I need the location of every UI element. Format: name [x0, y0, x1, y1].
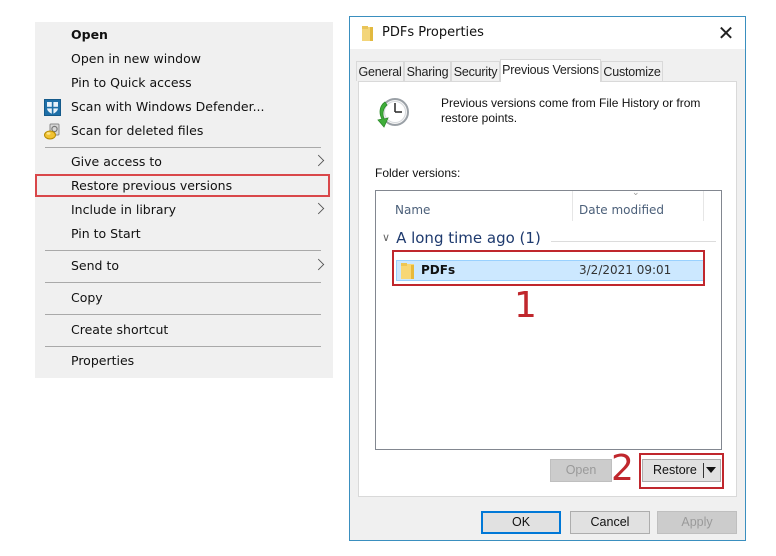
menu-item-scan-for-deleted-files[interactable]: Scan for deleted files	[35, 120, 333, 142]
chevron-right-icon	[312, 202, 325, 215]
menu-item-label: Scan for deleted files	[71, 123, 204, 138]
menu-item-label: Give access to	[71, 154, 162, 169]
menu-item-label: Open	[71, 27, 108, 42]
menu-item-label: Send to	[71, 258, 120, 273]
column-divider[interactable]	[572, 191, 573, 221]
windows-defender-icon	[44, 99, 61, 116]
open-button[interactable]: Open	[550, 459, 612, 482]
menu-item-label: Create shortcut	[71, 322, 169, 337]
group-divider	[551, 241, 716, 242]
group-label: A long time ago (1)	[396, 229, 541, 247]
menu-separator	[45, 314, 321, 315]
menu-item-include-in-library[interactable]: Include in library	[35, 199, 333, 221]
chevron-down-icon: ∨	[382, 231, 391, 244]
menu-item-scan-with-windows-defender[interactable]: Scan with Windows Defender...	[35, 96, 333, 118]
dialog-titlebar[interactable]: PDFs Properties ✕	[350, 17, 745, 49]
menu-item-label: Include in library	[71, 202, 177, 217]
tab-security[interactable]: Security	[451, 61, 500, 81]
annotation-highlight-box	[35, 174, 330, 197]
ok-button[interactable]: OK	[481, 511, 561, 534]
folder-icon	[362, 26, 374, 41]
close-button[interactable]: ✕	[715, 22, 737, 44]
sort-chevron-icon: ⌄	[632, 188, 640, 198]
menu-item-open-in-new-window[interactable]: Open in new window	[35, 48, 333, 70]
menu-item-copy[interactable]: Copy	[35, 287, 333, 309]
tab-general[interactable]: General	[356, 61, 404, 81]
menu-item-open[interactable]: Open	[35, 24, 333, 46]
menu-item-properties[interactable]: Properties	[35, 350, 333, 372]
column-header-date-modified[interactable]: Date modified	[579, 203, 664, 217]
folder-versions-label: Folder versions:	[375, 166, 461, 180]
tab-previous-versions[interactable]: Previous Versions	[500, 59, 601, 82]
menu-separator	[45, 282, 321, 283]
previous-versions-panel: Previous versions come from File History…	[358, 81, 737, 497]
chevron-right-icon	[312, 154, 325, 167]
scan-deleted-files-icon	[44, 123, 61, 140]
menu-item-pin-to-start[interactable]: Pin to Start	[35, 223, 333, 245]
menu-separator	[45, 147, 321, 148]
cancel-button[interactable]: Cancel	[570, 511, 650, 534]
column-header-name[interactable]: Name	[395, 203, 430, 217]
menu-item-label: Open in new window	[71, 51, 201, 66]
annotation-box-step-1	[392, 250, 705, 286]
previous-versions-description: Previous versions come from File History…	[441, 96, 701, 125]
menu-item-pin-to-quick-access[interactable]: Pin to Quick access	[35, 72, 333, 94]
menu-item-label: Pin to Start	[71, 226, 141, 241]
annotation-box-step-2	[639, 453, 724, 489]
menu-item-give-access-to[interactable]: Give access to	[35, 151, 333, 173]
apply-button[interactable]: Apply	[657, 511, 737, 534]
column-divider[interactable]	[703, 191, 704, 221]
chevron-right-icon	[312, 258, 325, 271]
menu-item-label: Pin to Quick access	[71, 75, 192, 90]
restore-clock-icon	[373, 94, 413, 134]
group-header[interactable]: ∨ A long time ago (1)	[382, 229, 541, 247]
annotation-step-1: 1	[514, 285, 537, 326]
menu-item-create-shortcut[interactable]: Create shortcut	[35, 319, 333, 341]
folder-versions-list[interactable]: Name ⌄ Date modified ∨ A long time ago (1…	[375, 188, 722, 450]
menu-item-send-to[interactable]: Send to	[35, 255, 333, 277]
menu-item-label: Copy	[71, 290, 103, 305]
dialog-title: PDFs Properties	[382, 25, 484, 40]
annotation-step-2: 2	[611, 448, 634, 489]
tab-sharing[interactable]: Sharing	[404, 61, 451, 81]
menu-separator	[45, 346, 321, 347]
menu-separator	[45, 250, 321, 251]
tab-customize[interactable]: Customize	[601, 61, 663, 81]
menu-item-label: Scan with Windows Defender...	[71, 99, 265, 114]
context-menu: Open Open in new window Pin to Quick acc…	[35, 22, 333, 378]
menu-item-label: Properties	[71, 353, 135, 368]
